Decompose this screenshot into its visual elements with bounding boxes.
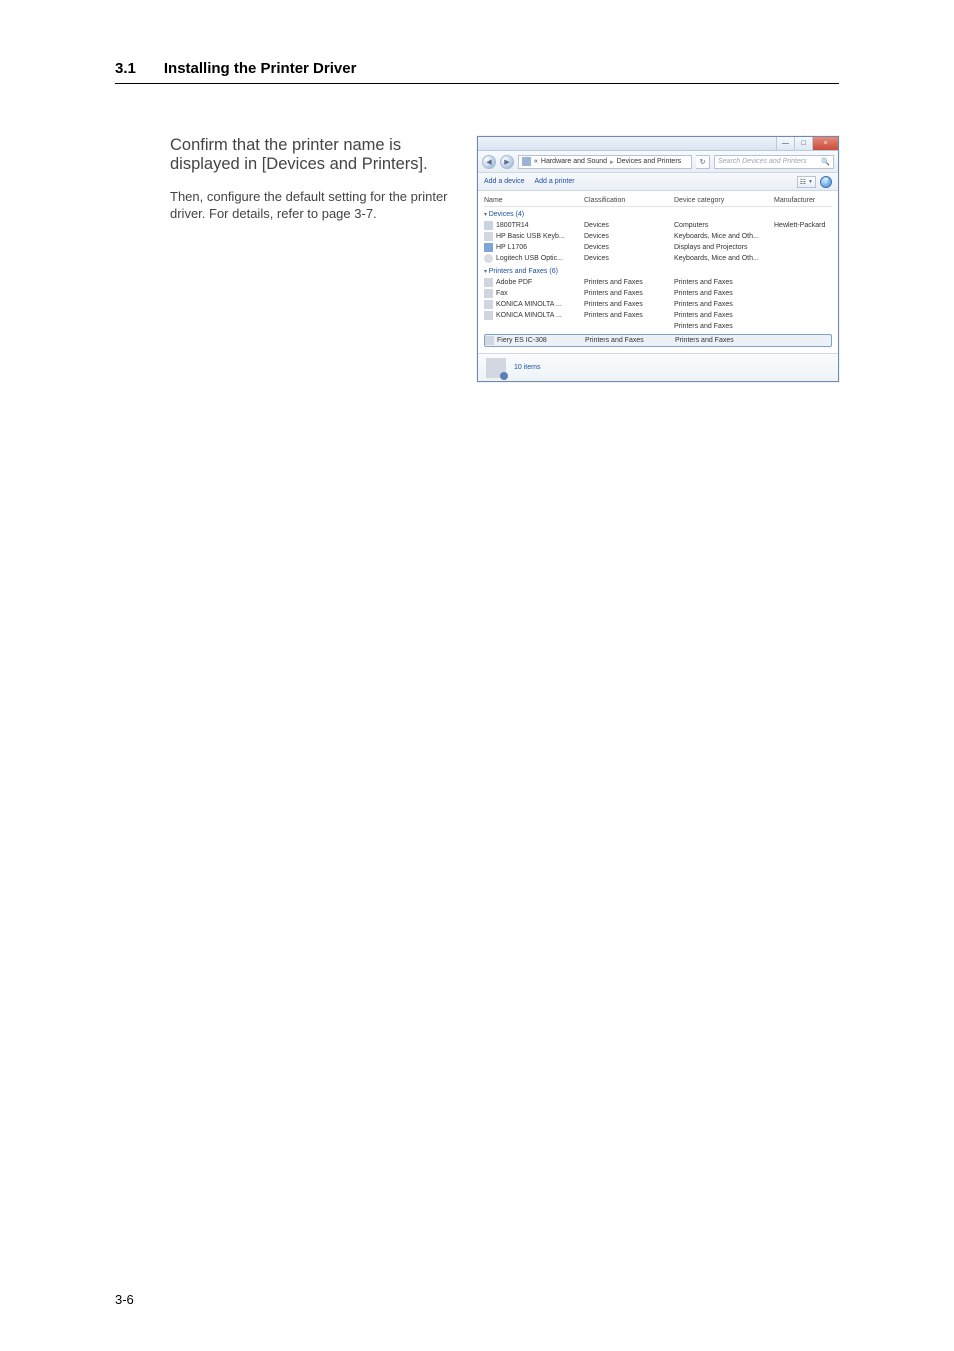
item-classification: Devices xyxy=(584,222,674,229)
item-classification: Devices xyxy=(584,255,674,262)
item-classification: Printers and Faxes xyxy=(584,301,674,308)
list-item[interactable]: HP Basic USB Keyb... DevicesKeyboards, Mi… xyxy=(484,231,832,242)
item-name: 1800TR14 xyxy=(496,222,529,229)
col-category[interactable]: Device category xyxy=(674,197,774,204)
navigation-bar: ◀ ▶ « Hardware and Sound ▸ Devices and P… xyxy=(478,151,838,173)
list-header: Name Classification Device category Manu… xyxy=(484,195,832,207)
add-printer-link[interactable]: Add a printer xyxy=(534,178,574,185)
device-icon xyxy=(484,243,493,252)
forward-button[interactable]: ▶ xyxy=(500,155,514,169)
device-icon xyxy=(484,322,493,331)
breadcrumb-seg: Devices and Printers xyxy=(617,158,682,165)
device-icon xyxy=(484,300,493,309)
view-icon: ☷ xyxy=(800,178,806,186)
item-category: Printers and Faxes xyxy=(675,337,775,344)
item-manufacturer: Hewlett-Packard xyxy=(774,222,832,229)
list-item[interactable]: 1800TR14 DevicesComputersHewlett-Packard xyxy=(484,220,832,231)
refresh-icon: ↻ xyxy=(700,158,706,166)
item-category: Displays and Projectors xyxy=(674,244,774,251)
list-item[interactable]: KONICA MINOLTA ... Printers and FaxesPrin… xyxy=(484,299,832,310)
refresh-button[interactable]: ↻ xyxy=(696,155,710,169)
control-panel-icon xyxy=(522,157,531,166)
devices-and-printers-window: — □ × ◀ ▶ « Hardware and Sound ▸ Devices… xyxy=(477,136,839,382)
section-number: 3.1 xyxy=(115,60,136,77)
page-number: 3-6 xyxy=(115,1292,134,1307)
command-bar: Add a device Add a printer ☷ ▼ ? xyxy=(478,173,838,191)
status-bar: 10 items xyxy=(478,353,838,381)
section-title: Installing the Printer Driver xyxy=(164,60,357,77)
minimize-icon: — xyxy=(782,140,789,147)
search-icon: 🔍 xyxy=(821,158,830,166)
device-icon xyxy=(484,311,493,320)
maximize-button[interactable]: □ xyxy=(794,137,812,150)
item-category: Printers and Faxes xyxy=(674,323,774,330)
item-category: Computers xyxy=(674,222,774,229)
item-classification: Printers and Faxes xyxy=(584,279,674,286)
item-name: HP Basic USB Keyb... xyxy=(496,233,565,240)
item-name: Adobe PDF xyxy=(496,279,532,286)
item-classification: Printers and Faxes xyxy=(585,337,675,344)
chevron-right-icon: ▸ xyxy=(610,158,614,166)
item-classification: Printers and Faxes xyxy=(584,312,674,319)
list-item[interactable]: KONICA MINOLTA ... Printers and FaxesPrin… xyxy=(484,310,832,321)
col-classification[interactable]: Classification xyxy=(584,197,674,204)
item-category: Printers and Faxes xyxy=(674,301,774,308)
list-item[interactable]: Printers and Faxes xyxy=(484,321,832,332)
list-item[interactable]: Logitech USB Optic... DevicesKeyboards, M… xyxy=(484,253,832,264)
status-icon xyxy=(486,358,506,378)
section-header: 3.1 Installing the Printer Driver xyxy=(115,60,839,84)
change-view-button[interactable]: ☷ ▼ xyxy=(797,176,816,188)
back-button[interactable]: ◀ xyxy=(482,155,496,169)
help-button[interactable]: ? xyxy=(820,176,832,188)
chevron-down-icon: ▼ xyxy=(808,179,813,185)
item-category: Printers and Faxes xyxy=(674,290,774,297)
item-category: Keyboards, Mice and Oth... xyxy=(674,255,774,262)
status-text: 10 items xyxy=(514,364,540,371)
window-titlebar: — □ × xyxy=(478,137,838,151)
item-category: Keyboards, Mice and Oth... xyxy=(674,233,774,240)
device-icon xyxy=(484,221,493,230)
item-name: HP L1706 xyxy=(496,244,527,251)
breadcrumb-seg: Hardware and Sound xyxy=(541,158,607,165)
item-classification: Printers and Faxes xyxy=(584,290,674,297)
maximize-icon: □ xyxy=(801,140,805,147)
close-icon: × xyxy=(823,140,827,147)
item-name: Fiery ES IC-308 xyxy=(497,337,547,344)
list-item[interactable]: Adobe PDF Printers and FaxesPrinters and … xyxy=(484,277,832,288)
device-icon xyxy=(484,254,493,263)
item-name: KONICA MINOLTA ... xyxy=(496,312,562,319)
breadcrumb[interactable]: « Hardware and Sound ▸ Devices and Print… xyxy=(518,155,692,169)
group-printers[interactable]: Printers and Faxes (6) xyxy=(484,264,832,277)
item-name: Fax xyxy=(496,290,508,297)
col-name[interactable]: Name xyxy=(484,197,584,204)
instruction-paragraph-1: Confirm that the printer name is display… xyxy=(170,136,467,175)
device-icon xyxy=(484,289,493,298)
list-item-selected[interactable]: Fiery ES IC-308 Printers and Faxes Print… xyxy=(484,334,832,347)
device-icon xyxy=(484,278,493,287)
col-manufacturer[interactable]: Manufacturer xyxy=(774,197,832,204)
device-icon xyxy=(484,232,493,241)
list-item[interactable]: HP L1706 DevicesDisplays and Projectors xyxy=(484,242,832,253)
minimize-button[interactable]: — xyxy=(776,137,794,150)
item-classification: Devices xyxy=(584,233,674,240)
search-placeholder: Search Devices and Printers xyxy=(718,158,807,165)
list-item[interactable]: Fax Printers and FaxesPrinters and Faxes xyxy=(484,288,832,299)
item-name: Logitech USB Optic... xyxy=(496,255,563,262)
breadcrumb-seg: « xyxy=(534,158,538,165)
printer-icon xyxy=(485,336,494,345)
add-device-link[interactable]: Add a device xyxy=(484,178,524,185)
item-classification: Devices xyxy=(584,244,674,251)
close-button[interactable]: × xyxy=(812,137,838,150)
device-list: Name Classification Device category Manu… xyxy=(478,191,838,353)
search-input[interactable]: Search Devices and Printers 🔍 xyxy=(714,155,834,169)
item-category: Printers and Faxes xyxy=(674,279,774,286)
item-category: Printers and Faxes xyxy=(674,312,774,319)
instruction-paragraph-2: Then, configure the default setting for … xyxy=(170,189,467,223)
group-devices[interactable]: Devices (4) xyxy=(484,207,832,220)
item-name: KONICA MINOLTA ... xyxy=(496,301,562,308)
